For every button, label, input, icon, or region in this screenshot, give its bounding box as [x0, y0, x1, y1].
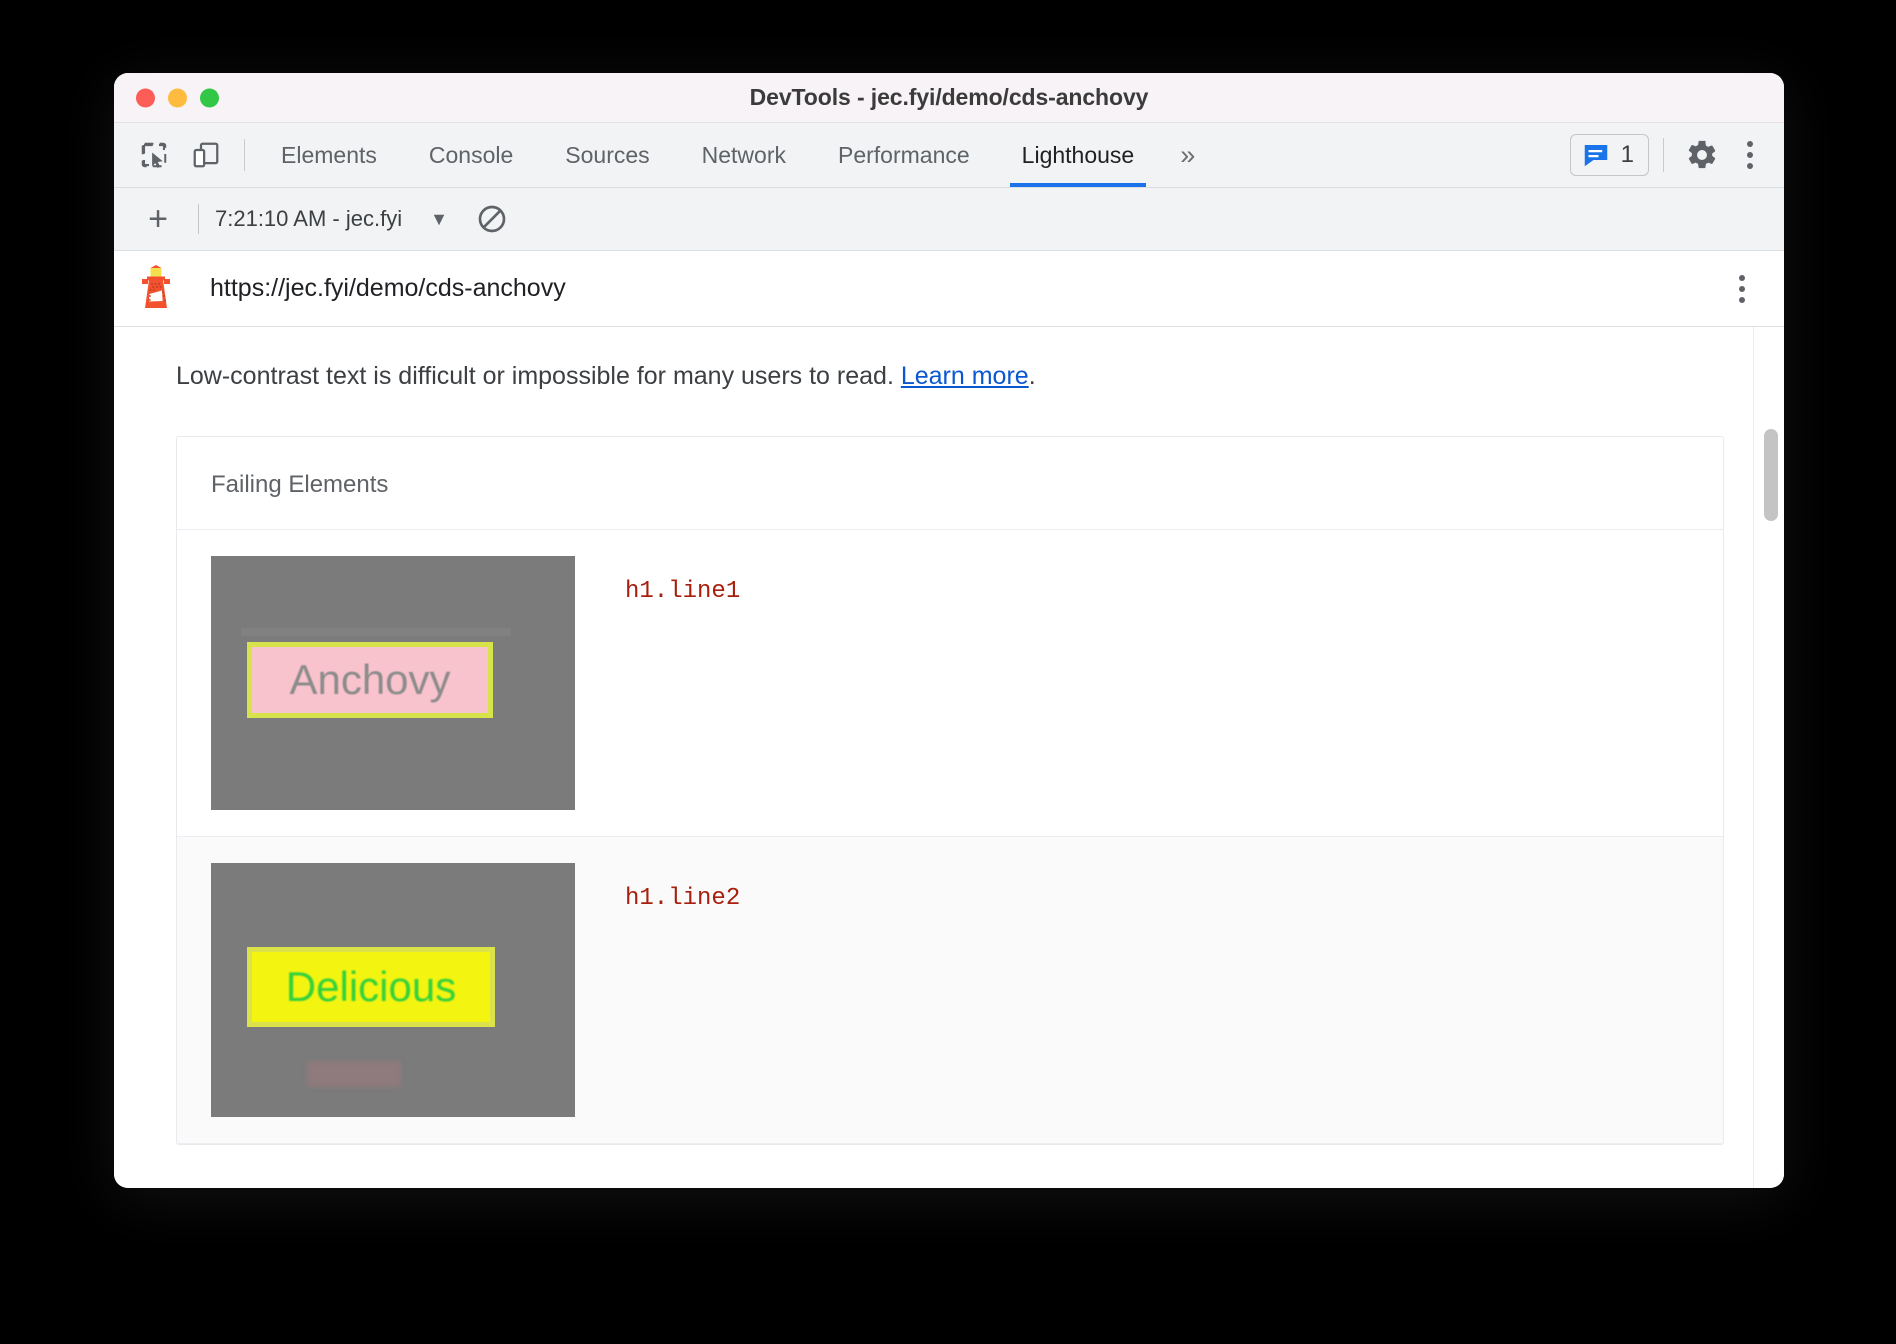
kebab-dot — [1739, 275, 1745, 281]
window-title: DevTools - jec.fyi/demo/cds-anchovy — [114, 84, 1784, 111]
tab-console[interactable]: Console — [403, 123, 539, 187]
tab-elements[interactable]: Elements — [255, 123, 403, 187]
audit-description-prefix: Low-contrast text is difficult or imposs… — [176, 362, 901, 390]
lighthouse-sub-toolbar: + 7:21:10 AM - jec.fyi ▼ — [114, 188, 1784, 251]
report-url-bar: https://jec.fyi/demo/cds-anchovy — [114, 251, 1784, 327]
gear-icon[interactable] — [1678, 131, 1726, 179]
lighthouse-report-body: Low-contrast text is difficult or imposs… — [114, 327, 1784, 1188]
report-url: https://jec.fyi/demo/cds-anchovy — [210, 274, 566, 303]
audit-description-suffix: . — [1029, 362, 1036, 390]
screenshot-root: DevTools - jec.fyi/demo/cds-anchovy — [0, 0, 1896, 1344]
failing-elements-title: Failing Elements — [177, 437, 1723, 530]
report-scrollbar-thumb[interactable] — [1764, 429, 1778, 521]
message-count-button[interactable]: 1 — [1570, 134, 1649, 176]
highlighted-element-text: Delicious — [286, 963, 456, 1011]
kebab-dot — [1747, 141, 1753, 147]
tab-lighthouse[interactable]: Lighthouse — [996, 123, 1161, 187]
element-selector-snippet: h1.line1 — [625, 578, 740, 605]
kebab-dot — [1747, 163, 1753, 169]
minimize-window-button[interactable] — [168, 88, 187, 107]
report-more-options-icon[interactable] — [1722, 265, 1762, 313]
lighthouse-icon — [136, 265, 176, 313]
window-title-bar: DevTools - jec.fyi/demo/cds-anchovy — [114, 73, 1784, 123]
thumbnail-ghost-line — [241, 628, 511, 636]
close-window-button[interactable] — [136, 88, 155, 107]
kebab-dot — [1739, 297, 1745, 303]
tab-network[interactable]: Network — [676, 123, 812, 187]
thumbnail-faint-element — [307, 1061, 401, 1087]
table-row[interactable]: Delicious h1.line2 — [177, 837, 1723, 1144]
chevron-down-icon[interactable]: ▼ — [412, 209, 466, 230]
failing-elements-card: Failing Elements Anchovy h1.line1 — [176, 436, 1724, 1145]
tab-performance[interactable]: Performance — [812, 123, 996, 187]
report-scrollbar[interactable] — [1764, 379, 1778, 1188]
sub-toolbar-divider — [198, 204, 199, 234]
more-tabs-chevron-icon[interactable]: » — [1160, 123, 1215, 187]
inspect-element-icon[interactable] — [132, 133, 176, 177]
report-content: Low-contrast text is difficult or imposs… — [114, 327, 1784, 1145]
devtools-tab-bar: Elements Console Sources Network Perform… — [114, 123, 1784, 188]
kebab-dot — [1747, 152, 1753, 158]
kebab-dot — [1739, 286, 1745, 292]
element-selector-snippet: h1.line2 — [625, 885, 740, 912]
report-right-border — [1753, 327, 1754, 1188]
element-highlight-box: Anchovy — [247, 642, 493, 718]
more-options-icon[interactable] — [1730, 131, 1770, 179]
devtools-window: DevTools - jec.fyi/demo/cds-anchovy — [114, 73, 1784, 1188]
panel-tabs: Elements Console Sources Network Perform… — [255, 123, 1160, 187]
highlighted-element-text: Anchovy — [289, 656, 450, 704]
message-count-label: 1 — [1621, 141, 1634, 169]
right-actions-divider — [1663, 138, 1664, 172]
tab-bar-divider — [244, 139, 245, 171]
new-report-button[interactable]: + — [134, 195, 182, 243]
learn-more-link[interactable]: Learn more — [901, 362, 1029, 390]
tab-bar-left-icons — [126, 123, 234, 187]
table-row[interactable]: Anchovy h1.line1 — [177, 530, 1723, 837]
element-screenshot-thumbnail[interactable]: Delicious — [211, 863, 575, 1117]
device-toolbar-icon[interactable] — [184, 133, 228, 177]
speech-bubble-icon — [1581, 140, 1611, 170]
tab-sources[interactable]: Sources — [539, 123, 675, 187]
clear-all-icon[interactable] — [470, 197, 514, 241]
report-run-selector-value[interactable]: 7:21:10 AM - jec.fyi — [215, 206, 408, 232]
window-traffic-lights — [136, 88, 219, 107]
element-highlight-box: Delicious — [247, 947, 495, 1027]
audit-description: Low-contrast text is difficult or imposs… — [176, 327, 1724, 424]
element-screenshot-thumbnail[interactable]: Anchovy — [211, 556, 575, 810]
maximize-window-button[interactable] — [200, 88, 219, 107]
tab-bar-right-actions: 1 — [1570, 123, 1784, 187]
